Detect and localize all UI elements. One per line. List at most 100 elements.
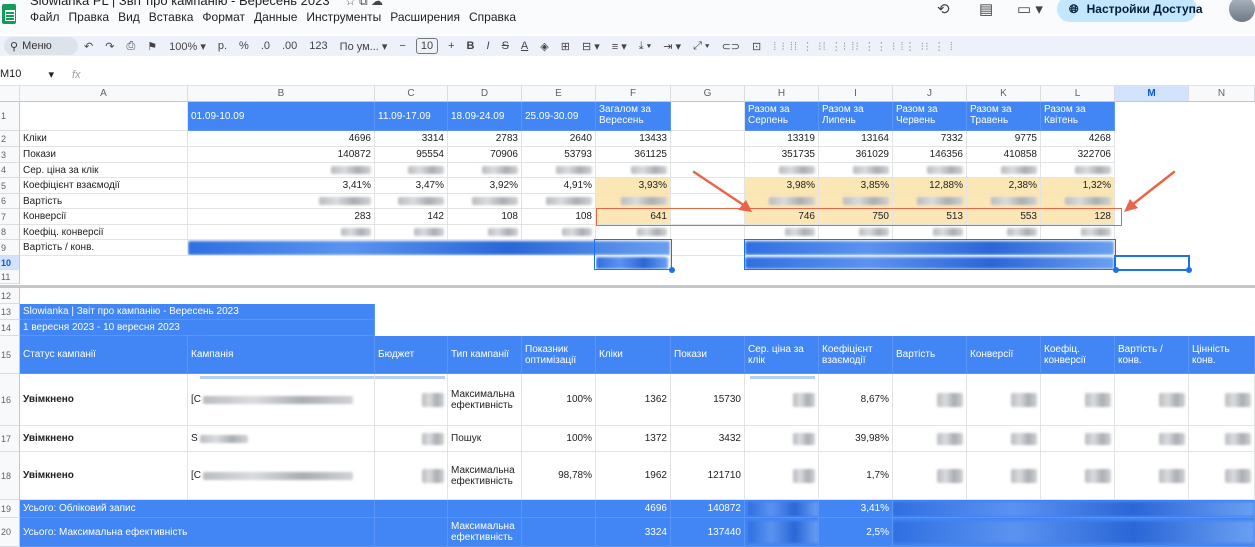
col-header-clicks[interactable]: Кліки (596, 336, 671, 374)
merge-cells-icon[interactable]: ⊟ ▾ (576, 40, 606, 53)
row-header-13[interactable]: 13 (0, 304, 20, 320)
campaign-cost-1[interactable] (893, 374, 967, 426)
total-pmax-redacted[interactable] (893, 518, 1255, 547)
cell-cpc-c[interactable] (375, 163, 448, 178)
cell-cost-h[interactable] (745, 194, 819, 209)
total-pmax-type[interactable]: Максимальна ефективність (448, 518, 522, 547)
campaign-cost-2[interactable] (893, 426, 967, 452)
campaign-clicks-2[interactable]: 1372 (596, 426, 671, 452)
cell-convrate-k[interactable] (967, 225, 1041, 240)
cell-impressions-j[interactable]: 146356 (893, 147, 967, 163)
column-header-d[interactable]: D (448, 86, 522, 102)
campaign-convvalue-3[interactable] (1189, 452, 1255, 500)
campaign-status-1[interactable]: Увімкнено (20, 374, 188, 426)
row-header-5[interactable]: 5 (0, 178, 20, 194)
campaign-name-3[interactable]: [C (188, 452, 375, 500)
campaign-optimization-1[interactable]: 100% (522, 374, 596, 426)
report-date-range[interactable]: 1 вересня 2023 - 10 вересня 2023 (20, 320, 375, 336)
col-header-conv-value[interactable]: Цінність конв. (1189, 336, 1255, 374)
row-header-18[interactable]: 18 (0, 452, 20, 500)
cell-conversions-h[interactable]: 746 (745, 209, 819, 225)
campaign-impressions-1[interactable]: 15730 (671, 374, 745, 426)
text-rotation-icon[interactable]: ⤢ ▾ (687, 40, 715, 53)
print-icon[interactable]: ⎙ (120, 40, 141, 53)
frozen-rows-divider[interactable] (0, 285, 1255, 288)
document-title[interactable]: Slowianka PL | Звіт про кампанію - Верес… (30, 0, 330, 8)
cell-cost-k[interactable] (967, 194, 1041, 209)
cell-g1[interactable] (671, 102, 745, 131)
cell-g2[interactable] (671, 131, 745, 147)
cell-impressions-e[interactable]: 53793 (522, 147, 596, 163)
cell-cpc-i[interactable] (819, 163, 893, 178)
cell-convrate-b[interactable] (188, 225, 375, 240)
campaign-convrate-3[interactable] (1041, 452, 1115, 500)
total-pmax-impressions[interactable]: 137440 (671, 518, 745, 547)
total-account-budget[interactable] (375, 500, 448, 518)
column-header-h[interactable]: H (745, 86, 819, 102)
campaign-cpc-3[interactable] (745, 452, 819, 500)
currency-button[interactable]: р. (212, 40, 233, 52)
campaign-convvalue-2[interactable] (1189, 426, 1255, 452)
col-header-budget[interactable]: Бюджет (375, 336, 448, 374)
campaign-cpc-2[interactable] (745, 426, 819, 452)
campaign-conversions-2[interactable] (967, 426, 1041, 452)
cell-cpc-l[interactable] (1041, 163, 1115, 178)
cell-impressions-k[interactable]: 410858 (967, 147, 1041, 163)
cell-cost-e[interactable] (522, 194, 596, 209)
total-pmax-label[interactable]: Усього: Максимальна ефективність (20, 518, 375, 547)
cell-cost-d[interactable] (448, 194, 522, 209)
label-clicks[interactable]: Кліки (20, 131, 188, 147)
menu-help[interactable]: Справка (469, 10, 516, 24)
campaign-type-3[interactable]: Максимальна ефективність (448, 452, 522, 500)
cell-g3[interactable] (671, 147, 745, 163)
campaign-optimization-3[interactable]: 98,78% (522, 452, 596, 500)
cell-g8[interactable] (671, 225, 745, 240)
strikethrough-button[interactable]: S (496, 40, 515, 52)
cell-ctr-h[interactable]: 3,98% (745, 178, 819, 194)
label-ctr[interactable]: Коефіцієнт взаємодії (20, 178, 188, 194)
header-total-september[interactable]: Загалом за Вересень (596, 102, 671, 131)
row-header-8[interactable]: 8 (0, 225, 20, 240)
column-header-k[interactable]: K (967, 86, 1041, 102)
cost-per-conv-redacted-left[interactable] (188, 240, 671, 256)
menu-tools[interactable]: Инструменты (306, 10, 381, 24)
paint-format-icon[interactable]: ⚑ (141, 40, 163, 53)
total-pmax-cpc[interactable] (745, 518, 819, 547)
label-conversions[interactable]: Конверсії (20, 209, 188, 225)
cell-cost-j[interactable] (893, 194, 967, 209)
campaign-cost-3[interactable] (893, 452, 967, 500)
font-select[interactable]: По ум... ▾ (334, 40, 394, 53)
zoom-select[interactable]: 100% ▾ (163, 40, 212, 53)
borders-icon[interactable]: ⊞ (555, 40, 576, 53)
total-account-type[interactable] (448, 500, 522, 518)
header-total-july[interactable]: Разом за Липень (819, 102, 893, 131)
cell-impressions-b[interactable]: 140872 (188, 147, 375, 163)
row-header-6[interactable]: 6 (0, 194, 20, 209)
cell-clicks-c[interactable]: 3314 (375, 131, 448, 147)
menu-data[interactable]: Данные (254, 10, 297, 24)
cell-conversions-f[interactable]: 641 (596, 209, 671, 225)
col-header-conv-rate[interactable]: Коефіц. конверсії (1041, 336, 1115, 374)
history-icon[interactable]: ⟲ (937, 0, 950, 18)
row-header-12[interactable]: 12 (0, 288, 20, 304)
column-header-b[interactable]: B (188, 86, 375, 102)
cell-cpc-f[interactable] (596, 163, 671, 178)
cell-ctr-l[interactable]: 1,32% (1041, 178, 1115, 194)
fill-color-icon[interactable]: ◈ (534, 40, 554, 53)
cell-ctr-j[interactable]: 12,88% (893, 178, 967, 194)
column-header-c[interactable]: C (375, 86, 448, 102)
label-cost-per-conv[interactable]: Вартість / конв. (20, 240, 188, 256)
row-header-11[interactable]: 11 (0, 270, 20, 284)
cell-cost-i[interactable] (819, 194, 893, 209)
header-total-may[interactable]: Разом за Травень (967, 102, 1041, 131)
row-header-3[interactable]: 3 (0, 147, 20, 163)
label-cost[interactable]: Вартість (20, 194, 188, 209)
cell-ctr-e[interactable]: 4,91% (522, 178, 596, 194)
select-all-corner[interactable] (0, 86, 20, 102)
name-box[interactable]: M10 ▾ (0, 68, 58, 81)
total-pmax-ctr[interactable]: 2,5% (819, 518, 893, 547)
cell-convrate-l[interactable] (1041, 225, 1115, 240)
column-header-n[interactable]: N (1189, 86, 1255, 102)
cell-ctr-b[interactable]: 3,41% (188, 178, 375, 194)
row10-redacted-f[interactable] (596, 256, 671, 270)
